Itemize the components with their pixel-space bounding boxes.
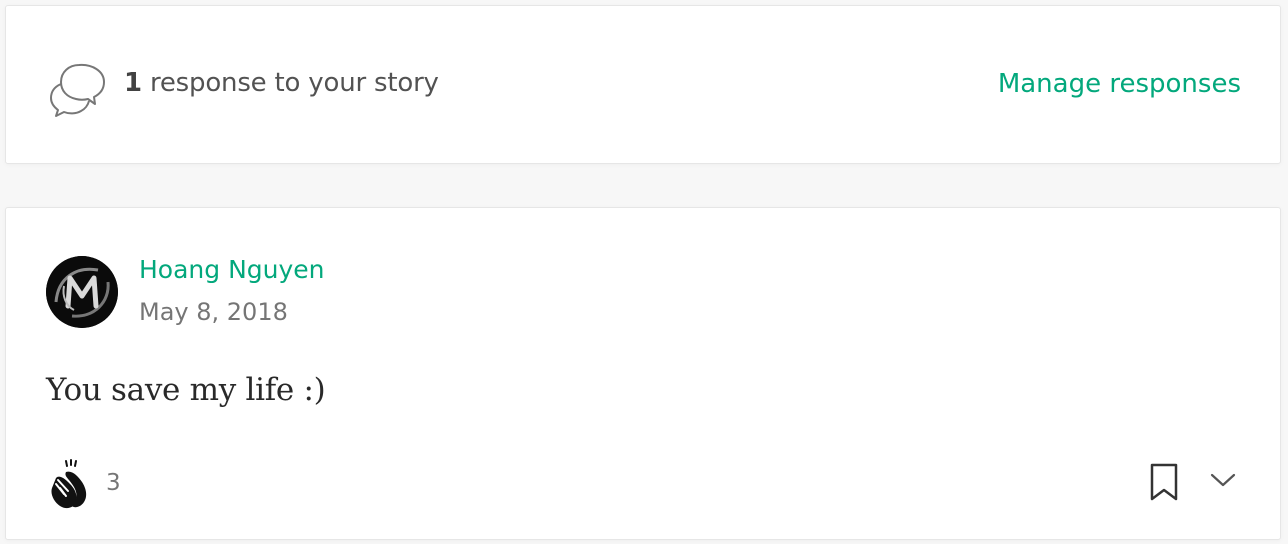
clap-icon bbox=[44, 458, 98, 512]
response-count-label: response to your story bbox=[141, 68, 439, 98]
author-name[interactable]: Hoang Nguyen bbox=[139, 255, 325, 284]
clap-button[interactable] bbox=[44, 458, 98, 512]
clap-count[interactable]: 3 bbox=[106, 470, 121, 496]
response-text: You save my life :) bbox=[46, 372, 326, 408]
manage-responses-link[interactable]: Manage responses bbox=[998, 69, 1241, 99]
speech-bubbles-icon bbox=[48, 62, 110, 118]
post-date[interactable]: May 8, 2018 bbox=[139, 298, 288, 326]
avatar[interactable] bbox=[46, 256, 118, 328]
more-options-button[interactable] bbox=[1208, 466, 1238, 494]
response-count: 1 bbox=[124, 68, 142, 98]
response-card: Hoang Nguyen May 8, 2018 You save my lif… bbox=[5, 207, 1281, 540]
bookmark-icon bbox=[1147, 462, 1181, 502]
response-count-text: 1 response to your story bbox=[124, 68, 439, 98]
responses-summary-card: 1 response to your story Manage response… bbox=[5, 5, 1281, 164]
chevron-down-icon bbox=[1208, 466, 1238, 494]
bookmark-button[interactable] bbox=[1147, 462, 1181, 502]
